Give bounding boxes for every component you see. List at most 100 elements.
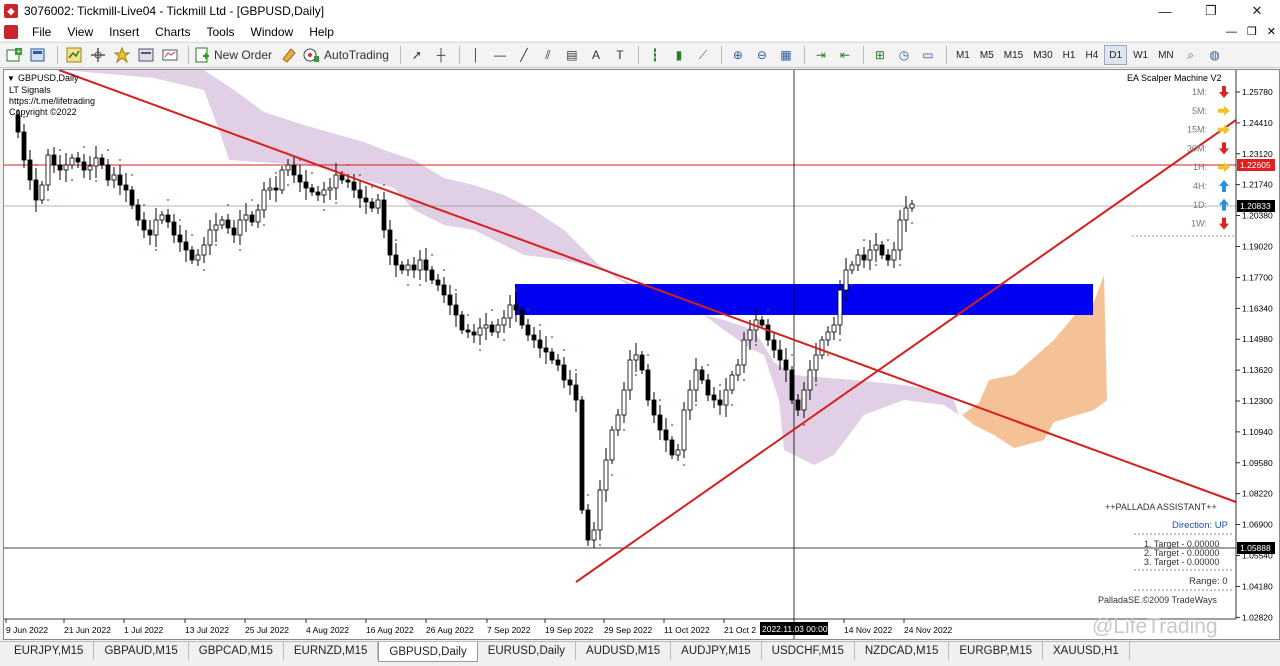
timeframe-m15[interactable]: M15 [1000, 45, 1027, 65]
trendline-button[interactable]: ╱ [513, 44, 535, 66]
candle-body [687, 389, 693, 411]
tab-eurgbp-m15[interactable]: EURGBP,M15 [949, 642, 1043, 660]
tab-eurnzd-m15[interactable]: EURNZD,M15 [284, 642, 379, 660]
timeframe-m5[interactable]: M5 [976, 45, 998, 65]
timeframe-m1[interactable]: M1 [952, 45, 974, 65]
new-order-button[interactable]: New Order [194, 44, 276, 66]
tab-gbpaud-m15[interactable]: GBPAUD,M15 [94, 642, 189, 660]
candle-body [729, 374, 735, 391]
tab-gbpusd-daily[interactable]: GBPUSD,Daily [378, 642, 478, 662]
zoom-out-button[interactable]: ⊖ [751, 44, 773, 66]
line-chart-button[interactable]: ⟋ [692, 44, 714, 66]
timeframe-mn[interactable]: MN [1154, 45, 1178, 65]
psar-dot [287, 184, 289, 186]
menu-window[interactable]: Window [243, 25, 302, 39]
tab-audusd-m15[interactable]: AUDUSD,M15 [576, 642, 672, 660]
menu-charts[interactable]: Charts [147, 25, 198, 39]
signal-timeframe: 15M: [1187, 125, 1207, 135]
timeframe-d1[interactable]: D1 [1104, 45, 1128, 65]
candle-body [579, 399, 585, 511]
timeframe-h1[interactable]: H1 [1059, 45, 1080, 65]
menu-view[interactable]: View [59, 25, 101, 39]
cursor-icon: ➚ [411, 48, 422, 62]
tab-eurjpy-m15[interactable]: EURJPY,M15 [4, 642, 95, 660]
timeframe-m30[interactable]: M30 [1029, 45, 1056, 65]
label-tool-button[interactable]: T [609, 44, 631, 66]
market-watch-button[interactable] [63, 44, 85, 66]
horizontal-line-button[interactable]: — [489, 44, 511, 66]
menu-help[interactable]: Help [301, 25, 342, 39]
new-chart-button[interactable]: + [4, 44, 26, 66]
menu-tools[interactable]: Tools [199, 25, 243, 39]
psar-dot [563, 349, 565, 351]
candle-body [471, 331, 477, 336]
tab-audjpy-m15[interactable]: AUDJPY,M15 [671, 642, 762, 660]
new-chart-icon: + [6, 47, 22, 62]
psar-dot [599, 544, 601, 546]
mdi-close-button[interactable]: ✕ [1267, 25, 1276, 38]
clock-icon: ◷ [898, 48, 910, 62]
periods-button[interactable]: ◷ [893, 44, 915, 66]
maximize-button[interactable]: ❐ [1188, 0, 1234, 22]
assistant-copyright: PalladaSE.©2009 TradeWays [1098, 595, 1217, 605]
candle-body [249, 214, 255, 223]
tab-usdchf-m15[interactable]: USDCHF,M15 [762, 642, 855, 660]
candle-body [831, 324, 837, 333]
mdi-controls: — ❐ ✕ [1226, 22, 1276, 41]
candle-body [177, 234, 183, 243]
text-tool-button[interactable]: A [585, 44, 607, 66]
tab-gbpcad-m15[interactable]: GBPCAD,M15 [189, 642, 284, 660]
tile-windows-button[interactable]: ▦ [775, 44, 797, 66]
zoom-in-button[interactable]: ⊕ [727, 44, 749, 66]
menu-file[interactable]: File [24, 25, 59, 39]
candlestick-button[interactable]: ▮ [668, 44, 690, 66]
terminal-button[interactable] [135, 44, 157, 66]
candle-body [21, 131, 27, 161]
profiles-button[interactable] [28, 44, 50, 66]
candle-body [717, 399, 723, 406]
tester-button[interactable] [159, 44, 181, 66]
candle-body [483, 324, 489, 329]
bar-chart-button[interactable]: ┇ [644, 44, 666, 66]
candle-body [405, 264, 411, 271]
meta-editor-button[interactable] [278, 44, 300, 66]
chart-window[interactable]: 1.25780 1.24410 1.23120 1.21740 1.20380 1.190… [3, 69, 1280, 640]
app-icon: ◆ [4, 4, 18, 18]
timeframe-w1[interactable]: W1 [1129, 45, 1152, 65]
candle-body [447, 294, 453, 306]
candle-body [591, 529, 597, 541]
templates-button[interactable]: ▭ [917, 44, 939, 66]
auto-scroll-button[interactable]: ⇤ [834, 44, 856, 66]
community-button[interactable]: ◍ [1204, 44, 1226, 66]
candle-body [213, 224, 219, 231]
channel-button[interactable]: ⫽ [537, 44, 559, 66]
tab-xauusd-h1[interactable]: XAUUSD,H1 [1043, 642, 1130, 660]
timeframe-h4[interactable]: H4 [1081, 45, 1102, 65]
menu-insert[interactable]: Insert [101, 25, 147, 39]
mdi-minimize-button[interactable]: — [1226, 26, 1237, 38]
chart-shift-button[interactable]: ⇥ [810, 44, 832, 66]
price-chart[interactable]: 1.25780 1.24410 1.23120 1.21740 1.20380 1.190… [4, 69, 1279, 639]
crosshair-tool-button[interactable]: ┼ [430, 44, 452, 66]
mdi-restore-button[interactable]: ❐ [1247, 25, 1257, 38]
cursor-tool-button[interactable]: ➚ [406, 44, 428, 66]
auto-trading-button[interactable]: AutoTrading [302, 44, 393, 66]
indicators-button[interactable]: ⊞ [869, 44, 891, 66]
search-button[interactable]: ⌕ [1180, 44, 1202, 66]
candle-body [843, 269, 849, 291]
fibonacci-button[interactable]: ▤ [561, 44, 583, 66]
candle-body [417, 259, 423, 271]
psar-dot [863, 239, 865, 241]
horizontal-line-icon: — [493, 48, 506, 62]
tab-nzdcad-m15[interactable]: NZDCAD,M15 [855, 642, 950, 660]
candle-body [423, 259, 429, 271]
tab-eurusd-daily[interactable]: EURUSD,Daily [478, 642, 577, 660]
fibonacci-icon: ▤ [566, 48, 578, 62]
close-button[interactable]: ✕ [1234, 0, 1280, 22]
chart-collapse-icon[interactable]: ▼ [7, 74, 15, 83]
minimize-button[interactable]: — [1142, 0, 1188, 22]
vertical-line-button[interactable]: │ [465, 44, 487, 66]
favorites-button[interactable] [111, 44, 133, 66]
candle-body [555, 359, 561, 366]
navigator-button[interactable] [87, 44, 109, 66]
